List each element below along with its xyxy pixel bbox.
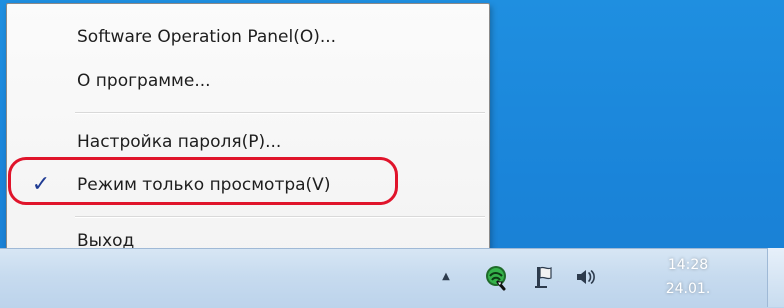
clock-date: 24.01.	[665, 281, 711, 297]
menu-item-software-operation-panel[interactable]: Software Operation Panel(O)...	[7, 17, 489, 57]
callout-highlight	[8, 157, 398, 205]
flag-icon[interactable]	[530, 262, 560, 292]
menu-item-label: Software Operation Panel(O)...	[77, 27, 337, 47]
network-icon[interactable]	[482, 262, 512, 292]
menu-item-password-setup[interactable]: Настройка пароля(P)...	[7, 122, 489, 162]
menu-item-label: О программе...	[77, 71, 211, 91]
volume-icon[interactable]	[571, 262, 601, 292]
tray-context-menu: Software Operation Panel(O)... О програм…	[6, 3, 490, 260]
show-hidden-icons-button[interactable]: ▲	[440, 272, 452, 282]
menu-separator	[75, 112, 485, 114]
menu-item-about[interactable]: О программе...	[7, 61, 489, 101]
menu-separator	[75, 216, 485, 218]
taskbar-clock[interactable]: 14:28 24.01.	[628, 250, 748, 305]
clock-time: 14:28	[667, 257, 709, 273]
show-desktop-button[interactable]	[767, 248, 784, 307]
chevron-up-icon: ▲	[442, 271, 450, 282]
menu-item-label: Настройка пароля(P)...	[77, 132, 282, 152]
